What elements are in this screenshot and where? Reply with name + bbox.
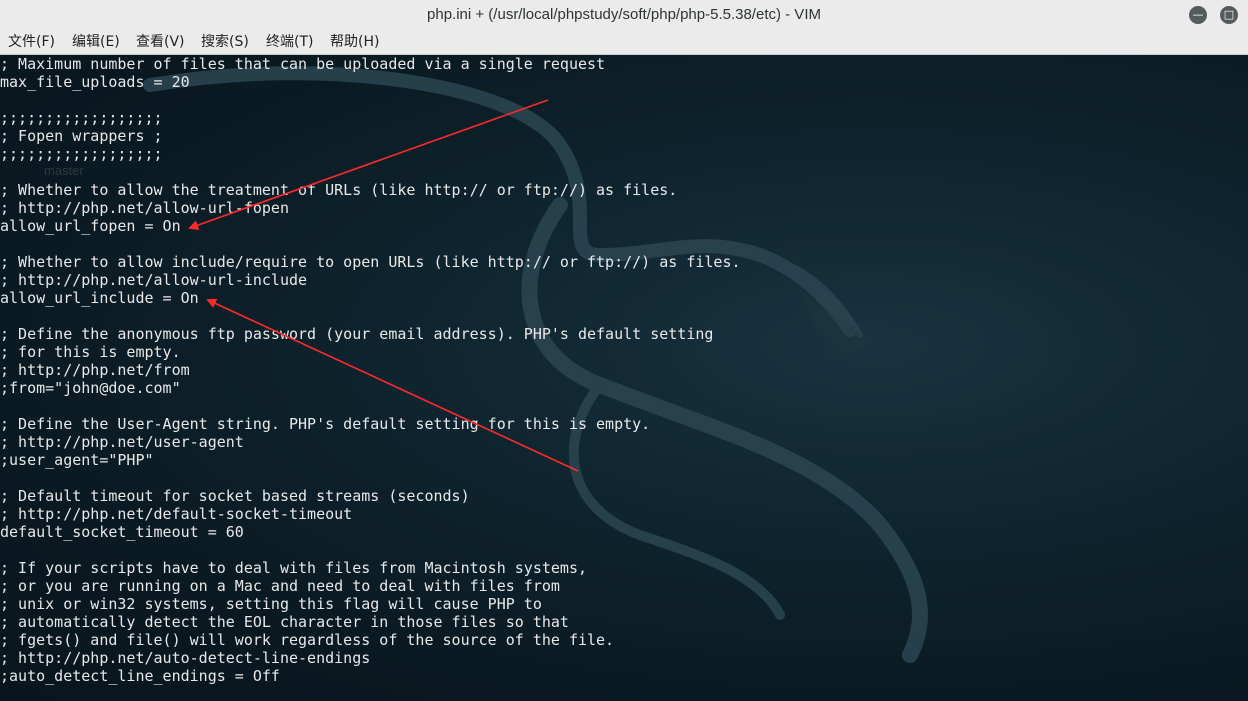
terminal-area[interactable]: master ; Maximum number of files that ca… [0,55,1248,701]
menu-bar: 文件(F) 编辑(E) 查看(V) 搜索(S) 终端(T) 帮助(H) [0,30,1248,55]
annotation-arrows [188,99,579,472]
menu-edit[interactable]: 编辑(E) [72,30,120,54]
menu-help[interactable]: 帮助(H) [330,30,379,54]
window-title: php.ini + (/usr/local/phpstudy/soft/php/… [427,6,821,23]
minimize-icon[interactable]: — [1189,6,1207,24]
menu-file[interactable]: 文件(F) [8,30,55,54]
menu-view[interactable]: 查看(V) [136,30,185,54]
maximize-icon[interactable]: □ [1220,6,1238,24]
title-bar[interactable]: php.ini + (/usr/local/phpstudy/soft/php/… [0,0,1248,31]
arrow-to-allow-url-fopen [188,99,549,231]
menu-search[interactable]: 搜索(S) [201,30,249,54]
menu-terminal[interactable]: 终端(T) [266,30,313,54]
vim-window: php.ini + (/usr/local/phpstudy/soft/php/… [0,0,1248,701]
arrow-to-allow-url-include [206,298,579,472]
